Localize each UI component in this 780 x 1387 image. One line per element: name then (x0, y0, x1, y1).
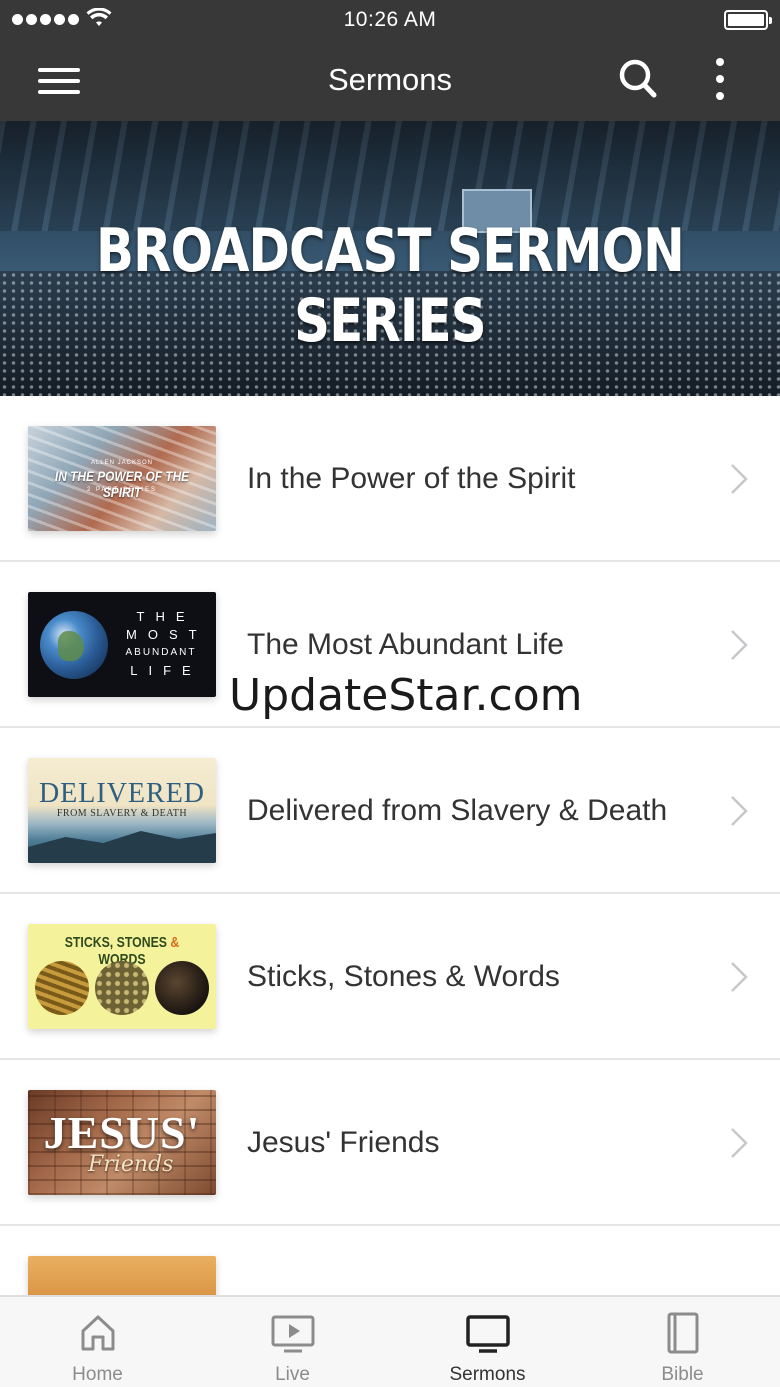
tab-home[interactable]: Home (0, 1297, 195, 1387)
thumb-title-amp: & (170, 934, 180, 951)
home-icon (81, 1315, 114, 1351)
list-item[interactable]: DELIVERED FROM SLAVERY & DEATH Delivered… (0, 728, 780, 894)
tab-sermons[interactable]: Sermons (390, 1297, 585, 1387)
chevron-right-icon (731, 1128, 748, 1158)
thumb-title: IN THE POWER OF THE SPIRIT (54, 468, 190, 500)
mountain-graphic (28, 831, 216, 863)
sermon-thumbnail: JESUS' Friends (28, 1090, 216, 1195)
app-bar: Sermons (0, 40, 780, 121)
page-title: Sermons (327, 62, 453, 97)
chevron-right-icon (731, 962, 748, 992)
tab-bible[interactable]: Bible (585, 1297, 780, 1387)
hero-title: BROADCAST SERMON SERIES (96, 216, 685, 356)
status-bar: 10:26 AM (0, 0, 780, 40)
book-icon (667, 1312, 698, 1354)
tab-live[interactable]: Live (195, 1297, 390, 1387)
hero-banner[interactable]: BROADCAST SERMON SERIES (0, 121, 780, 396)
thumb-word: THE (136, 609, 196, 624)
list-item[interactable]: THE MOST ABUNDANT LIFE The Most Abundant… (0, 562, 780, 728)
tab-label: Home (72, 1364, 123, 1385)
thumb-subtitle: 2 PART SERIES (86, 487, 158, 493)
sermon-title: Delivered from Slavery & Death (247, 794, 668, 827)
chevron-right-icon (731, 464, 748, 494)
sermon-thumbnail: ALLEN JACKSON IN THE POWER OF THE SPIRIT… (28, 426, 216, 531)
sermon-list: ALLEN JACKSON IN THE POWER OF THE SPIRIT… (0, 396, 780, 1387)
status-time: 10:26 AM (343, 8, 437, 31)
earth-graphic (40, 611, 108, 679)
more-options-icon[interactable] (708, 56, 732, 102)
stones-graphic (95, 961, 149, 1015)
sermon-title: In the Power of the Spirit (247, 462, 576, 495)
thumb-title-part: STICKS, STONES (64, 934, 171, 951)
sermon-title: Sticks, Stones & Words (247, 960, 560, 993)
list-item[interactable]: ALLEN JACKSON IN THE POWER OF THE SPIRIT… (0, 396, 780, 562)
search-icon[interactable] (618, 58, 658, 100)
tab-label: Live (275, 1364, 310, 1385)
thumb-subtitle: FROM SLAVERY & DEATH (56, 808, 188, 819)
tab-label: Sermons (449, 1364, 526, 1385)
thumb-word: MOST (126, 627, 208, 642)
typewriter-graphic (155, 961, 209, 1015)
list-item[interactable]: STICKS, STONES & WORDS Sticks, Stones & … (0, 894, 780, 1060)
thumb-subtitle: Friends (88, 1152, 174, 1177)
sticks-graphic (35, 961, 89, 1015)
thumb-word: LIFE (130, 663, 202, 678)
thumb-word: ABUNDANT (125, 647, 197, 658)
tab-bar: Home Live Sermons Bible (0, 1295, 780, 1387)
sermon-title: Jesus' Friends (247, 1126, 440, 1159)
thumb-author: ALLEN JACKSON (90, 460, 154, 466)
tab-label: Bible (661, 1364, 704, 1385)
hero-ceiling (0, 121, 780, 231)
chevron-right-icon (731, 796, 748, 826)
sermon-title: The Most Abundant Life (247, 628, 564, 661)
sermon-thumbnail: DELIVERED FROM SLAVERY & DEATH (28, 758, 216, 863)
thumb-title: DELIVERED (38, 778, 206, 809)
sermon-thumbnail: THE MOST ABUNDANT LIFE (28, 592, 216, 697)
chevron-right-icon (731, 630, 748, 660)
battery-icon (724, 10, 772, 30)
sermon-thumbnail: STICKS, STONES & WORDS (28, 924, 216, 1029)
list-item[interactable]: JESUS' Friends Jesus' Friends (0, 1060, 780, 1226)
tv-icon (465, 1315, 510, 1353)
play-screen-icon (271, 1315, 314, 1353)
